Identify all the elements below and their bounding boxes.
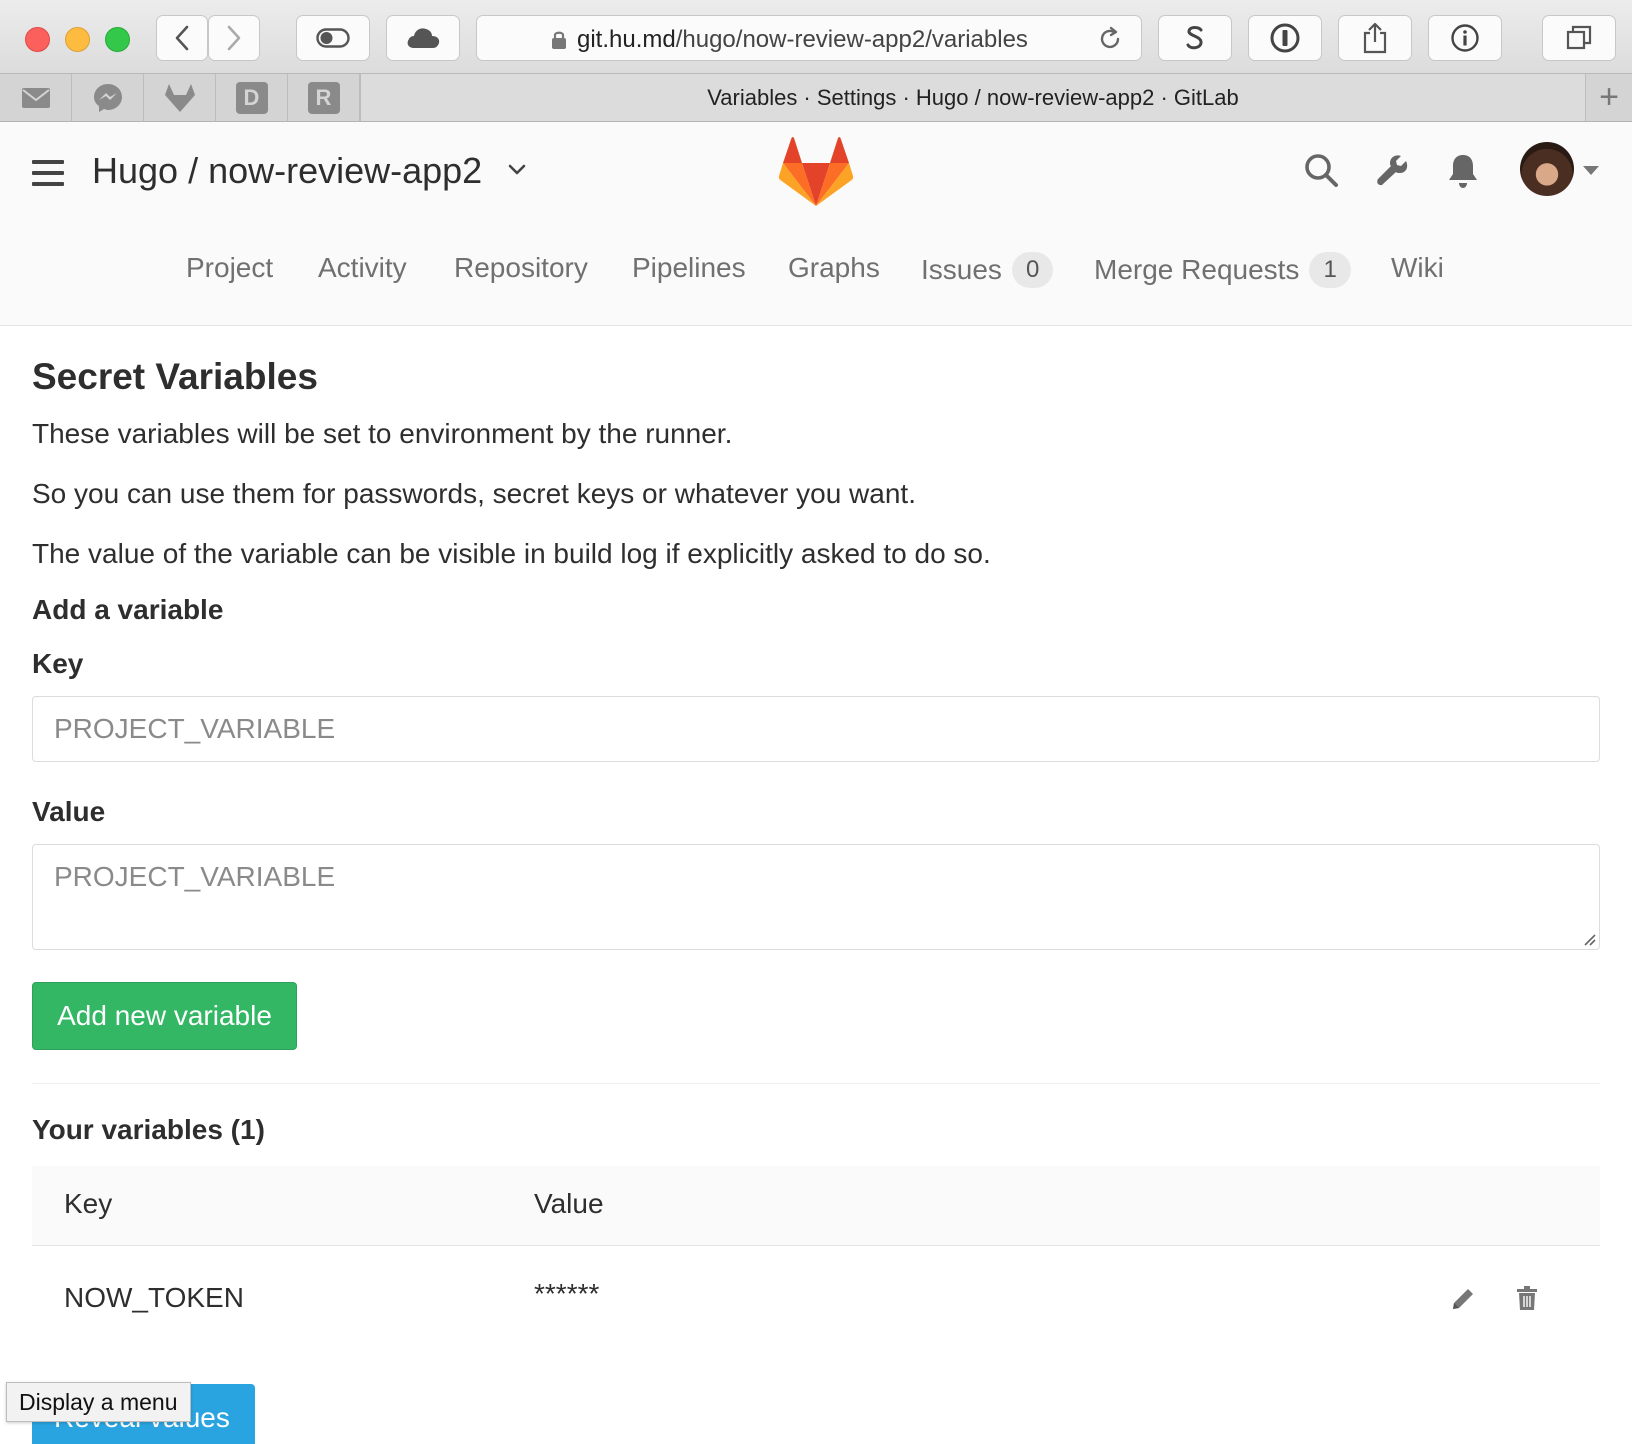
favorite-messenger[interactable] — [72, 74, 144, 121]
user-avatar[interactable] — [1520, 142, 1574, 196]
messenger-icon — [93, 83, 122, 112]
merge-requests-count-badge: 1 — [1309, 252, 1351, 288]
nav-graphs-label: Graphs — [788, 252, 880, 283]
tooltip: Display a menu — [6, 1382, 191, 1422]
gitlab-header: Hugo / now-review-app2 — [0, 122, 1632, 326]
tabs-overview-icon — [1566, 25, 1592, 50]
url-path: /hugo/now-review-app2/variables — [675, 26, 1028, 53]
info-icon — [1451, 24, 1479, 52]
nav-activity-label: Activity — [318, 252, 407, 283]
wrench-icon[interactable] — [1375, 152, 1411, 188]
key-input[interactable] — [32, 696, 1600, 762]
resize-grip-icon[interactable] — [1582, 932, 1596, 946]
chevron-left-icon — [175, 25, 189, 51]
add-new-variable-button[interactable]: Add new variable — [32, 982, 297, 1050]
zoom-window-button[interactable] — [105, 27, 130, 52]
nav-repository-label: Repository — [454, 252, 588, 283]
d-bookmark-icon: D — [235, 81, 268, 114]
variable-value-cell: ****** — [534, 1278, 600, 1309]
share-button[interactable] — [1338, 15, 1412, 61]
search-icon[interactable] — [1303, 152, 1339, 188]
column-header-key: Key — [64, 1188, 113, 1219]
nav-merge-requests[interactable]: Merge Requests 1 — [1094, 252, 1351, 288]
back-button[interactable] — [156, 15, 208, 61]
lock-icon — [552, 31, 566, 49]
nav-merge-requests-label: Merge Requests — [1094, 254, 1300, 285]
value-label: Value — [32, 796, 106, 827]
mail-icon — [21, 87, 50, 108]
chevron-down-icon[interactable] — [508, 164, 526, 176]
favorite-r[interactable]: R — [288, 74, 360, 121]
table-row: NOW_TOKEN ****** — [32, 1246, 1600, 1352]
favorite-gitlab[interactable] — [144, 74, 216, 121]
variable-key-cell: NOW_TOKEN — [64, 1282, 244, 1313]
key-label: Key — [32, 648, 84, 679]
gitlab-icon — [164, 83, 195, 112]
favorite-d[interactable]: D — [216, 74, 288, 121]
nav-pipelines[interactable]: Pipelines — [632, 252, 746, 284]
extension-s-button[interactable] — [1158, 15, 1232, 61]
bell-icon[interactable] — [1446, 152, 1480, 190]
tab-bar: D R Variables · Settings · Hugo / now-re… — [0, 74, 1632, 122]
nav-issues[interactable]: Issues 0 — [921, 252, 1054, 288]
s-extension-icon — [1186, 26, 1203, 50]
section-divider — [32, 1083, 1600, 1084]
password-manager-button[interactable] — [1248, 15, 1322, 61]
project-title[interactable]: Hugo / now-review-app2 — [92, 150, 482, 192]
forward-button[interactable] — [208, 15, 260, 61]
url-text: git.hu.md/hugo/now-review-app2/variables — [577, 26, 1028, 54]
new-tab-button[interactable]: + — [1586, 74, 1632, 121]
address-bar[interactable]: git.hu.md/hugo/now-review-app2/variables — [476, 15, 1142, 61]
minimize-window-button[interactable] — [65, 27, 90, 52]
add-variable-heading: Add a variable — [32, 594, 224, 625]
url-host: git.hu.md — [577, 26, 676, 53]
show-tabs-button[interactable] — [1542, 15, 1616, 61]
your-variables-heading: Your variables (1) — [32, 1114, 265, 1145]
nav-repository[interactable]: Repository — [454, 252, 588, 284]
description-line-1: These variables will be set to environme… — [32, 418, 733, 449]
nav-project-label: Project — [186, 252, 274, 283]
value-field-wrapper — [32, 844, 1600, 950]
value-textarea[interactable] — [32, 844, 1600, 950]
info-button[interactable] — [1428, 15, 1502, 61]
nav-wiki-label: Wiki — [1391, 252, 1444, 283]
caret-down-icon[interactable] — [1583, 166, 1599, 175]
cloud-icon — [407, 28, 440, 48]
nav-issues-label: Issues — [921, 254, 1002, 285]
sidebar-toggle-button[interactable] — [296, 15, 370, 61]
browser-toolbar: git.hu.md/hugo/now-review-app2/variables — [0, 0, 1632, 74]
pencil-icon[interactable] — [1450, 1286, 1476, 1312]
active-tab[interactable]: Variables · Settings · Hugo / now-review… — [360, 74, 1586, 121]
variables-table-header: Key Value — [32, 1166, 1600, 1246]
icloud-tabs-button[interactable] — [386, 15, 460, 61]
nav-pipelines-label: Pipelines — [632, 252, 746, 283]
column-header-value: Value — [534, 1188, 604, 1219]
close-window-button[interactable] — [25, 27, 50, 52]
r-bookmark-icon: R — [307, 81, 340, 114]
hamburger-menu-icon[interactable] — [32, 160, 64, 193]
nav-activity[interactable]: Activity — [318, 252, 407, 284]
nav-wiki[interactable]: Wiki — [1391, 252, 1444, 284]
gitlab-logo-icon[interactable] — [778, 136, 854, 208]
page-title: Secret Variables — [32, 356, 318, 397]
description-line-2: So you can use them for passwords, secre… — [32, 478, 916, 509]
issues-count-badge: 0 — [1011, 252, 1054, 288]
1password-icon — [1270, 23, 1300, 53]
nav-project[interactable]: Project — [186, 252, 273, 284]
share-icon — [1363, 22, 1387, 54]
description-line-3: The value of the variable can be visible… — [32, 538, 991, 569]
toggle-icon — [316, 28, 350, 48]
tab-title: Variables · Settings · Hugo / now-review… — [707, 84, 1239, 110]
reload-icon[interactable] — [1097, 26, 1123, 52]
trash-icon[interactable] — [1516, 1285, 1538, 1311]
chevron-right-icon — [227, 25, 241, 51]
plus-icon: + — [1599, 78, 1619, 116]
favorite-mail[interactable] — [0, 74, 72, 121]
nav-graphs[interactable]: Graphs — [788, 252, 880, 284]
